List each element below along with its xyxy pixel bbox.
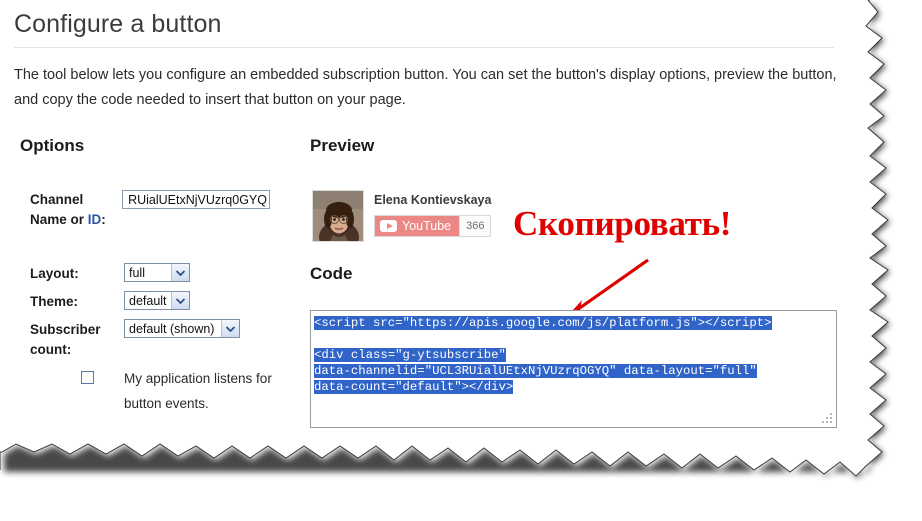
embed-code-textarea[interactable]: <script src="https://apis.google.com/js/…: [310, 310, 837, 428]
code-heading: Code: [310, 264, 353, 283]
torn-paper-page: Configure a button The tool below lets y…: [0, 0, 922, 521]
code-line: <script src="https://apis.google.com/js/…: [314, 315, 833, 331]
subscribe-button-main[interactable]: YouTube: [375, 216, 460, 236]
channel-label-text: Channel Name or: [30, 192, 88, 227]
annotation-text: Скопировать!: [513, 204, 732, 243]
options-heading: Options: [20, 136, 85, 155]
preview-area: Elena Kontievskaya YouTube 366: [312, 190, 512, 250]
subscriber-count-select-value: default (shown): [129, 321, 215, 336]
chevron-down-icon: [171, 264, 189, 281]
preview-heading: Preview: [310, 136, 375, 155]
theme-select-value: default: [129, 293, 167, 308]
intro-paragraph: The tool below lets you configure an emb…: [14, 67, 837, 108]
code-line: data-channelid="UCL3RUialUEtxNjVUzrqOGYQ…: [314, 363, 833, 379]
subscriber-count-select[interactable]: default (shown): [124, 319, 240, 338]
subscribe-button-label: YouTube: [402, 219, 452, 233]
chevron-down-icon: [221, 320, 239, 337]
avatar: [312, 190, 364, 242]
chevron-down-icon: [171, 292, 189, 309]
code-line: <div class="g-ytsubscribe": [314, 347, 833, 363]
code-line-text: data-count="default"></div>: [314, 380, 514, 394]
youtube-play-icon: [380, 220, 397, 232]
subscriber-count-badge: 366: [459, 216, 491, 236]
channel-name: Elena Kontievskaya: [374, 193, 492, 207]
channel-label-id-link[interactable]: ID: [88, 212, 102, 227]
youtube-subscribe-button[interactable]: YouTube 366: [374, 215, 492, 237]
channel-label-colon: :: [101, 212, 106, 227]
code-line-text: data-channelid="UCL3RUialUEtxNjVUzrqOGYQ…: [314, 364, 757, 378]
button-events-checkbox[interactable]: [81, 371, 94, 384]
theme-select[interactable]: default: [124, 291, 190, 310]
theme-field-label: Theme:: [30, 294, 79, 309]
layout-select[interactable]: full: [124, 263, 190, 282]
layout-select-value: full: [129, 265, 145, 280]
button-events-label: My application listens for button events…: [124, 371, 272, 411]
page-content: Configure a button The tool below lets y…: [0, 0, 860, 470]
channel-field-label: Channel Name or ID:: [30, 190, 110, 230]
code-line-text: <script src="https://apis.google.com/js/…: [314, 316, 772, 330]
title-divider: [14, 47, 834, 48]
layout-field-label: Layout:: [30, 266, 79, 281]
page-title: Configure a button: [14, 10, 222, 38]
channel-name-or-id-input[interactable]: [122, 190, 270, 209]
subscriber-count-field-label: Subscriber count:: [30, 322, 101, 357]
code-line: data-count="default"></div>: [314, 379, 833, 395]
textarea-resize-grip[interactable]: [822, 413, 834, 425]
code-line-text: <div class="g-ytsubscribe": [314, 348, 506, 362]
